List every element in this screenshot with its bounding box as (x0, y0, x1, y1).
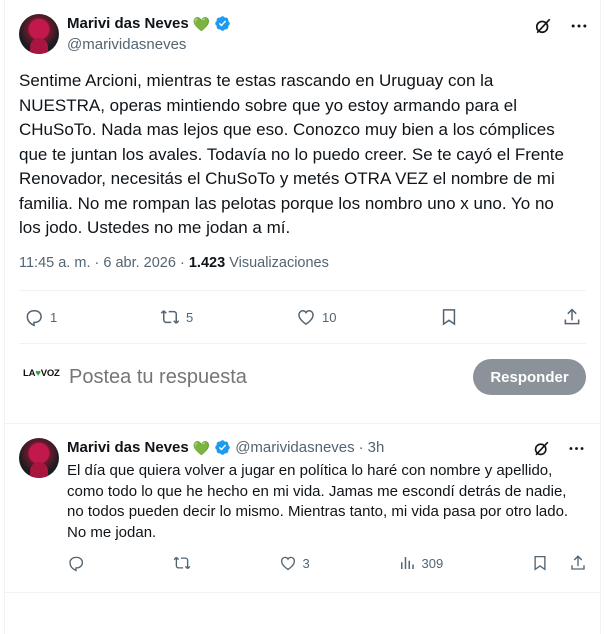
like-count: 10 (322, 309, 337, 325)
post-header: Marivi das Neves 💚 @marividasneves (19, 14, 589, 56)
reply-composer: LA♥VOZ Responder (19, 358, 586, 398)
share-icon (571, 555, 585, 570)
reply-author-row: Marivi das Neves 💚 @marividasneves · 3h (67, 439, 384, 456)
bookmark-button[interactable] (439, 307, 459, 327)
like-button[interactable]: 10 (296, 307, 336, 327)
green-heart-emoji: 💚 (192, 15, 211, 32)
logo-text-right: VOZ (40, 368, 60, 379)
more-icon[interactable] (569, 16, 589, 36)
views-button[interactable]: 309 (398, 554, 444, 572)
reply-right-actions (531, 554, 587, 572)
meta-separator: · (94, 255, 100, 271)
post-date[interactable]: 6 abr. 2026 (103, 255, 176, 271)
reply-button[interactable]: 1 (24, 307, 57, 327)
user-avatar-logo[interactable]: LA♥VOZ (23, 368, 60, 379)
reply-icon (69, 556, 84, 572)
repost-count: 5 (186, 309, 194, 325)
bookmark-button[interactable] (531, 554, 549, 572)
views-label: Visualizaciones (229, 255, 329, 271)
reply-text: El día que quiera volver a jugar en polí… (67, 462, 569, 541)
post-text: Sentime Arcioni, mientras te estas rasca… (19, 71, 564, 237)
reply-icon (26, 310, 42, 327)
views-count: 1.423 (188, 255, 226, 271)
more-icon[interactable] (567, 439, 586, 458)
author-name-row: Marivi das Neves 💚 (67, 15, 231, 32)
grok-icon[interactable] (532, 439, 551, 458)
meta-separator: · (358, 439, 364, 456)
divider (19, 343, 586, 344)
divider (19, 290, 586, 291)
meta-separator: · (179, 255, 185, 271)
like-icon (298, 309, 314, 325)
repost-button[interactable]: 5 (160, 307, 193, 327)
reply-header-actions (532, 439, 586, 458)
author-handle[interactable]: @marividasneves (67, 36, 186, 53)
post-meta: 11:45 a. m. · 6 abr. 2026 · 1.423 Visual… (19, 255, 329, 271)
author-avatar[interactable] (19, 438, 59, 478)
post-time[interactable]: 11:45 a. m. (19, 255, 90, 271)
author-avatar[interactable] (19, 14, 59, 54)
reply-age[interactable]: 3h (368, 439, 385, 456)
grok-icon[interactable] (533, 16, 553, 36)
bookmark-icon (443, 309, 456, 326)
share-icon (564, 308, 580, 325)
divider (4, 423, 601, 424)
views-count: 309 (421, 555, 444, 571)
like-count: 3 (302, 555, 310, 571)
green-heart-emoji: 💚 (192, 439, 211, 456)
logo-text-left: LA (23, 368, 36, 379)
share-button[interactable] (569, 554, 587, 572)
share-button[interactable] (562, 307, 582, 327)
post-header-actions (533, 16, 589, 36)
like-icon (280, 556, 295, 571)
divider (4, 592, 601, 593)
verified-icon[interactable] (214, 15, 231, 32)
author-name[interactable]: Marivi das Neves (67, 439, 189, 456)
repost-icon (160, 310, 180, 324)
repost-icon (173, 556, 191, 570)
reply-post[interactable]: Marivi das Neves 💚 @marividasneves · 3h … (19, 437, 586, 587)
reply-count: 1 (50, 309, 58, 325)
author-name[interactable]: Marivi das Neves (67, 15, 189, 32)
bookmark-icon (534, 555, 546, 571)
reply-submit-button[interactable]: Responder (473, 359, 586, 395)
author-handle[interactable]: @marividasneves (235, 439, 354, 456)
post-action-bar: 1 5 10 (24, 305, 582, 329)
views-icon (400, 557, 414, 569)
reply-input[interactable] (69, 366, 429, 389)
verified-icon[interactable] (214, 439, 231, 456)
reply-button[interactable] (67, 554, 85, 572)
reply-action-bar: 3 309 (67, 553, 587, 573)
like-button[interactable]: 3 (279, 554, 310, 572)
repost-button[interactable] (173, 554, 191, 572)
